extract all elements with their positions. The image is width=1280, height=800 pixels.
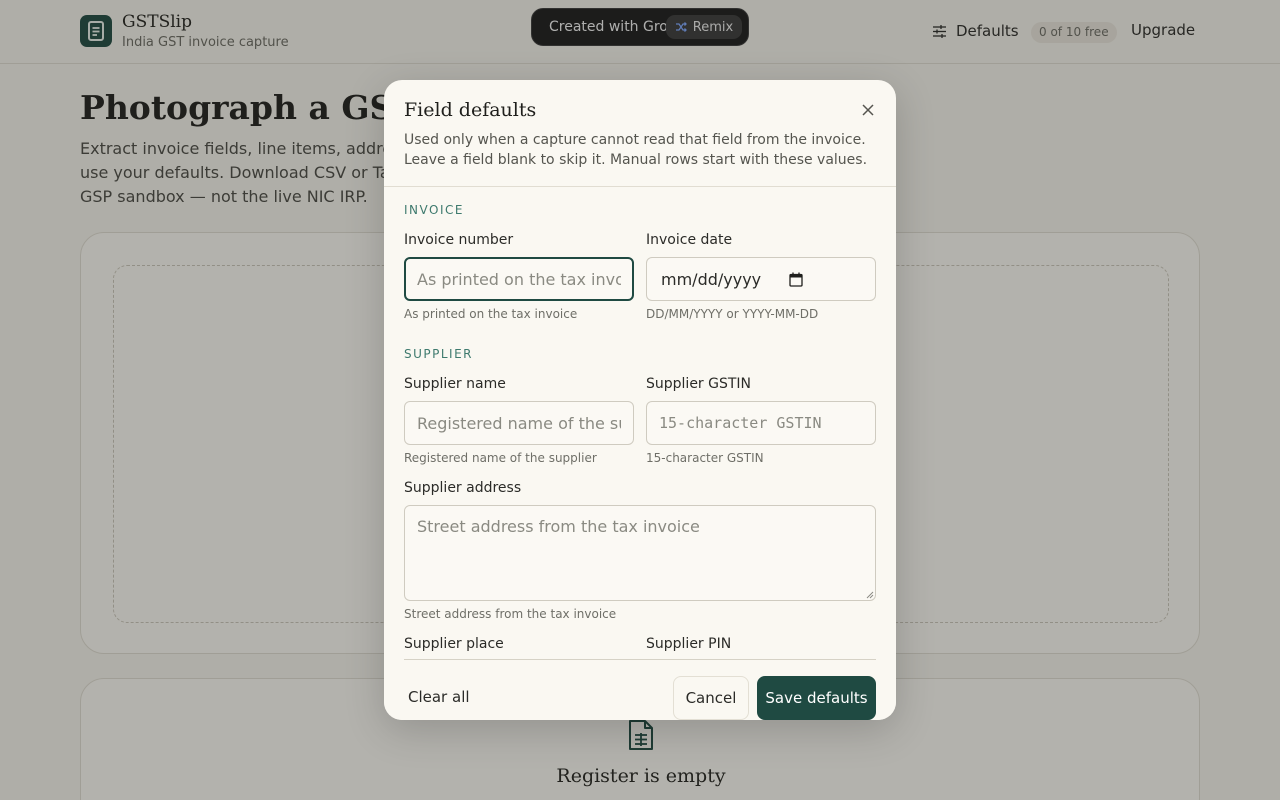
description-line: Used only when a capture cannot read tha… [404, 132, 866, 148]
supplier-gstin-input[interactable] [646, 401, 876, 445]
date-placeholder: mm/dd/yyyy [661, 269, 762, 289]
invoice-date-input[interactable]: mm/dd/yyyy [646, 257, 876, 301]
supplier-name-hint: Registered name of the supplier [404, 451, 597, 465]
invoice-date-hint: DD/MM/YYYY or YYYY-MM-DD [646, 307, 819, 321]
field-defaults-dialog: Field defaults Used only when a capture … [384, 80, 896, 720]
supplier-address-textarea[interactable] [404, 505, 876, 601]
divider [384, 186, 896, 187]
section-label-supplier: SUPPLIER [404, 347, 474, 361]
description-line: Leave a field blank to skip it. Manual r… [404, 152, 868, 168]
cancel-button[interactable]: Cancel [673, 676, 749, 720]
clear-all-button[interactable]: Clear all [408, 675, 484, 719]
supplier-place-label: Supplier place [404, 636, 504, 652]
dialog-title: Field defaults [404, 99, 537, 121]
dialog-footer: Clear all Cancel Save defaults [384, 660, 896, 720]
supplier-name-label: Supplier name [404, 376, 506, 392]
invoice-date-label: Invoice date [646, 232, 733, 248]
section-label-invoice: INVOICE [404, 203, 464, 217]
supplier-gstin-label: Supplier GSTIN [646, 376, 752, 392]
supplier-name-input[interactable] [404, 401, 634, 445]
invoice-number-hint: As printed on the tax invoice [404, 307, 578, 321]
dialog-description: Used only when a capture cannot read tha… [404, 130, 874, 170]
supplier-pin-label: Supplier PIN [646, 636, 732, 652]
invoice-number-label: Invoice number [404, 232, 514, 248]
calendar-icon[interactable] [789, 272, 803, 287]
resize-grip-icon[interactable] [866, 591, 874, 599]
supplier-gstin-hint: 15-character GSTIN [646, 451, 764, 465]
invoice-number-input[interactable] [404, 257, 634, 301]
supplier-address-hint: Street address from the tax invoice [404, 607, 617, 621]
close-icon[interactable] [858, 100, 878, 120]
save-defaults-button[interactable]: Save defaults [757, 676, 876, 720]
supplier-address-label: Supplier address [404, 480, 522, 496]
